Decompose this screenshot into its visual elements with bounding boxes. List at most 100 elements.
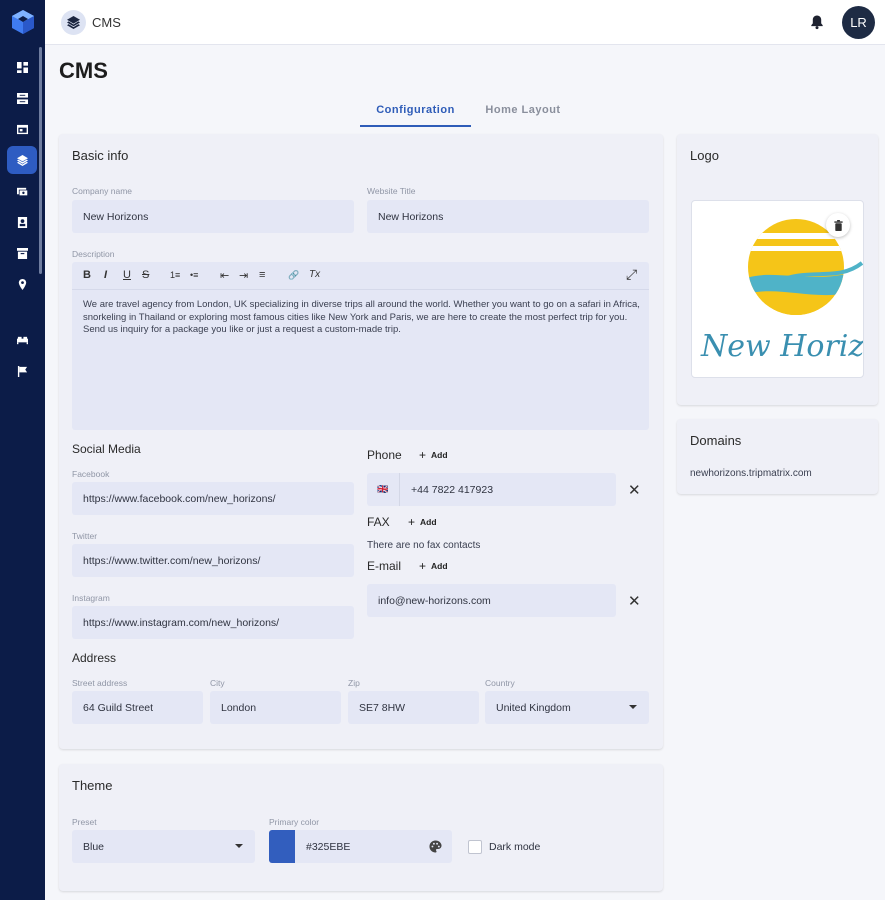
logo-title: Logo	[690, 148, 719, 163]
fullscreen-icon[interactable]: ⤢	[626, 266, 637, 283]
sidebar-item-location[interactable]	[7, 270, 37, 298]
primary-color-value[interactable]: #325EBE	[295, 841, 350, 853]
city-label: City	[210, 678, 225, 688]
primary-color-field[interactable]: #325EBE	[269, 830, 452, 863]
bell-icon[interactable]	[809, 14, 825, 30]
sidebar-item-contacts[interactable]	[7, 208, 37, 236]
color-swatch[interactable]	[269, 830, 295, 863]
uk-flag-icon[interactable]: 🇬🇧	[367, 473, 400, 506]
company-name-field[interactable]: New Horizons	[72, 200, 354, 233]
tab-home-layout[interactable]: Home Layout	[471, 104, 575, 116]
contacts-icon	[17, 216, 27, 228]
company-name-label: Company name	[72, 186, 133, 196]
active-tab-indicator	[360, 125, 471, 127]
underline-button[interactable]: U	[123, 269, 131, 281]
plus-icon: +	[419, 448, 427, 462]
add-fax-button[interactable]: + Add	[408, 515, 437, 529]
user-avatar[interactable]: LR	[842, 6, 875, 39]
street-field[interactable]: 64 Guild Street	[72, 691, 203, 724]
flag-icon	[17, 365, 27, 377]
outdent-button[interactable]: ⇤	[220, 269, 229, 282]
country-value: United Kingdom	[496, 701, 571, 714]
dark-mode-checkbox[interactable]	[468, 840, 482, 854]
location-icon	[18, 278, 26, 290]
dashboard-icon	[16, 61, 28, 73]
description-editor[interactable]: B I U S 1≡ •≡ ⇤ ⇥ ≡ 🔗 Tx ⤢ We are travel…	[72, 262, 649, 430]
payments-icon	[16, 187, 28, 196]
zip-field[interactable]: SE7 8HW	[348, 691, 479, 724]
instagram-field[interactable]: https://www.instagram.com/new_horizons/	[72, 606, 354, 639]
calendar-icon	[16, 124, 28, 134]
add-fax-label: Add	[420, 517, 437, 527]
sidebar-item-payments[interactable]	[7, 177, 37, 205]
sidebar-item-flag[interactable]	[7, 357, 37, 385]
sidebar-item-inbox[interactable]	[7, 84, 37, 112]
email-field[interactable]: info@new-horizons.com	[367, 584, 616, 617]
bold-button[interactable]: B	[83, 269, 91, 281]
preset-select[interactable]: Blue	[72, 830, 255, 863]
social-media-title: Social Media	[72, 442, 141, 456]
add-phone-button[interactable]: + Add	[419, 448, 448, 462]
dropdown-arrow-icon	[629, 705, 637, 709]
domains-card	[677, 419, 878, 494]
facebook-field[interactable]: https://www.facebook.com/new_horizons/	[72, 482, 354, 515]
sidebar	[0, 0, 45, 900]
tab-configuration[interactable]: Configuration	[360, 104, 471, 116]
italic-button[interactable]: I	[104, 269, 107, 281]
phone-number-value[interactable]: +44 7822 417923	[400, 484, 493, 496]
country-select[interactable]: United Kingdom	[485, 691, 649, 724]
theme-title: Theme	[72, 778, 113, 793]
website-title-label: Website Title	[367, 186, 416, 196]
sidebar-item-dashboard[interactable]	[7, 53, 37, 81]
sidebar-item-cms[interactable]	[7, 146, 37, 174]
sidebar-item-archive[interactable]	[7, 239, 37, 267]
preset-label: Preset	[72, 817, 97, 827]
ordered-list-button[interactable]: 1≡	[170, 270, 180, 280]
editor-toolbar: B I U S 1≡ •≡ ⇤ ⇥ ≡ 🔗 Tx ⤢	[72, 262, 649, 290]
bed-icon	[16, 336, 28, 344]
app-logo-icon[interactable]	[11, 9, 35, 35]
bullet-list-button[interactable]: •≡	[190, 270, 198, 280]
add-phone-label: Add	[431, 450, 448, 460]
description-label: Description	[72, 249, 115, 259]
basic-info-title: Basic info	[72, 148, 129, 163]
delete-logo-button[interactable]	[826, 213, 850, 237]
twitter-field[interactable]: https://www.twitter.com/new_horizons/	[72, 544, 354, 577]
address-title: Address	[72, 651, 117, 665]
fax-empty-text: There are no fax contacts	[367, 540, 481, 551]
layers-icon	[16, 154, 28, 166]
remove-email-icon[interactable]: ✕	[628, 592, 641, 610]
cms-module-icon	[61, 10, 86, 35]
website-title-field[interactable]: New Horizons	[367, 200, 649, 233]
trash-icon	[833, 219, 843, 231]
sidebar-item-calendar[interactable]	[7, 115, 37, 143]
zip-label: Zip	[348, 678, 360, 688]
plus-icon: +	[408, 515, 416, 529]
facebook-label: Facebook	[72, 469, 110, 479]
domain-value[interactable]: newhorizons.tripmatrix.com	[690, 468, 812, 479]
city-field[interactable]: London	[210, 691, 341, 724]
country-label: Country	[485, 678, 515, 688]
dark-mode-label: Dark mode	[489, 841, 541, 853]
email-title: E-mail	[367, 559, 402, 573]
module-title: CMS	[92, 15, 121, 30]
link-button[interactable]: 🔗	[288, 270, 299, 281]
strikethrough-button[interactable]: S	[142, 269, 149, 281]
fax-title: FAX	[367, 515, 390, 529]
street-label: Street address	[72, 678, 128, 688]
sidebar-item-accommodation[interactable]	[7, 326, 37, 354]
add-email-button[interactable]: + Add	[419, 559, 448, 573]
instagram-label: Instagram	[72, 593, 110, 603]
description-text[interactable]: We are travel agency from London, UK spe…	[83, 299, 643, 337]
indent-button[interactable]: ⇥	[239, 269, 248, 282]
phone-field[interactable]: 🇬🇧 +44 7822 417923	[367, 473, 616, 506]
inbox-icon	[16, 92, 28, 104]
archive-icon	[16, 247, 28, 259]
domains-title: Domains	[690, 433, 742, 448]
remove-phone-icon[interactable]: ✕	[628, 481, 641, 499]
sidebar-scrollbar[interactable]	[39, 47, 42, 274]
clear-format-button[interactable]: Tx	[309, 269, 320, 280]
palette-icon[interactable]	[429, 840, 442, 853]
phone-title: Phone	[367, 448, 402, 462]
align-button[interactable]: ≡	[259, 269, 265, 281]
